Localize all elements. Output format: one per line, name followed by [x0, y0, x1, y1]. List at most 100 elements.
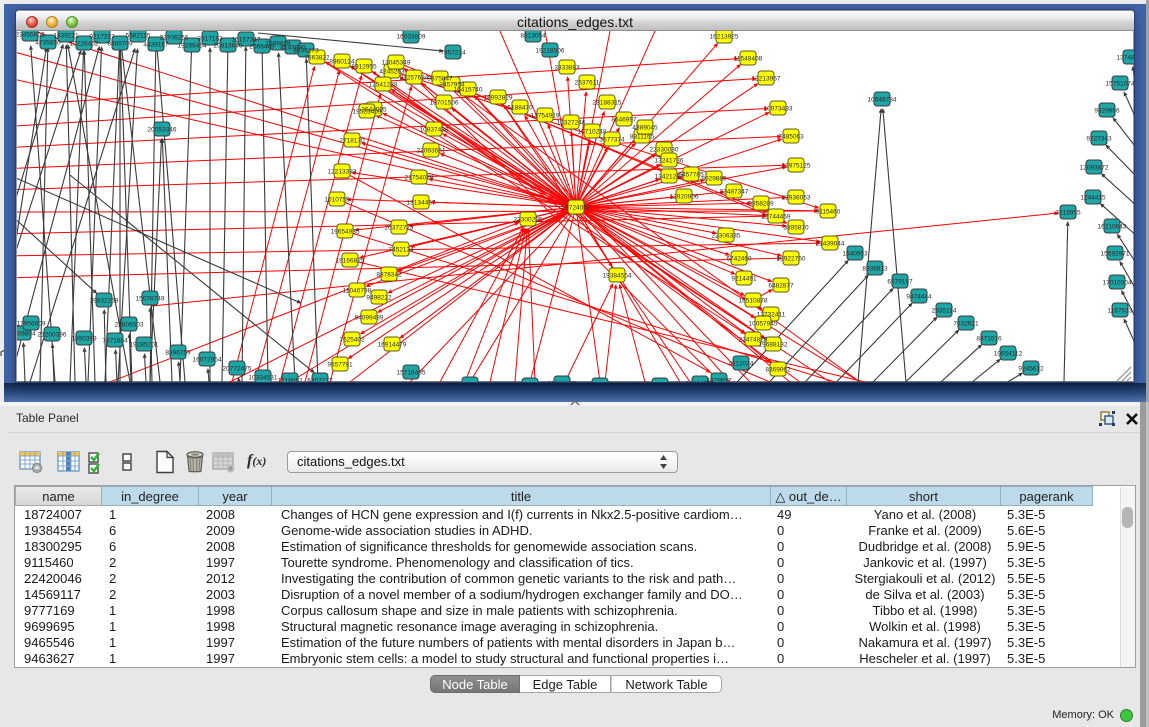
svg-text:21200396: 21200396	[38, 332, 67, 339]
svg-text:22744459: 22744459	[762, 214, 791, 221]
svg-text:19285201: 19285201	[130, 342, 159, 349]
svg-text:10710248: 10710248	[578, 129, 607, 136]
svg-text:13134457: 13134457	[407, 200, 436, 207]
svg-text:12093872: 12093872	[1080, 165, 1109, 172]
svg-text:6482877: 6482877	[768, 283, 794, 290]
svg-text:3215955: 3215955	[1055, 210, 1081, 217]
svg-text:16914479: 16914479	[378, 342, 407, 349]
svg-text:4735650: 4735650	[35, 40, 61, 47]
svg-text:6742460: 6742460	[726, 256, 752, 263]
svg-text:19384554: 19384554	[603, 273, 632, 280]
svg-text:7671884: 7671884	[102, 338, 128, 345]
svg-text:5682115: 5682115	[126, 33, 151, 40]
svg-text:18724007: 18724007	[562, 205, 591, 212]
svg-text:22306335: 22306335	[712, 233, 741, 240]
svg-text:4389045: 4389045	[632, 125, 658, 132]
svg-text:23706266: 23706266	[160, 35, 189, 42]
svg-text:10654112: 10654112	[994, 351, 1023, 358]
svg-text:13748244: 13748244	[1117, 55, 1134, 62]
svg-text:12920906: 12920906	[670, 194, 699, 201]
svg-text:3333883: 3333883	[554, 65, 580, 72]
svg-text:1010755: 1010755	[324, 197, 350, 204]
svg-text:9958289: 9958289	[748, 201, 774, 208]
svg-text:11548408: 11548408	[734, 56, 763, 63]
svg-text:13701506: 13701506	[430, 100, 459, 107]
svg-text:12213383: 12213383	[328, 169, 357, 176]
svg-text:9474444: 9474444	[906, 294, 932, 301]
svg-text:9115460: 9115460	[816, 209, 841, 216]
svg-text:20372723: 20372723	[385, 225, 414, 232]
svg-text:8878342: 8878342	[376, 272, 402, 279]
svg-text:8396759: 8396759	[165, 350, 191, 357]
svg-text:4429607: 4429607	[706, 378, 732, 383]
svg-text:23936053: 23936053	[782, 195, 811, 202]
svg-text:8369062: 8369062	[765, 367, 791, 374]
svg-text:11046798: 11046798	[343, 288, 372, 295]
svg-text:22455603: 22455603	[17, 32, 45, 39]
svg-text:9657791: 9657791	[327, 362, 353, 369]
svg-text:6679197: 6679197	[887, 279, 913, 286]
svg-text:12975125: 12975125	[782, 163, 811, 170]
svg-text:7632621: 7632621	[953, 321, 979, 328]
svg-text:17010504: 17010504	[1103, 280, 1132, 287]
svg-text:1218062: 1218062	[277, 378, 303, 383]
svg-text:21754078: 21754078	[405, 175, 434, 182]
svg-text:3677374: 3677374	[599, 137, 625, 144]
svg-text:2537611: 2537611	[575, 80, 600, 87]
svg-text:7485063: 7485063	[778, 134, 804, 141]
svg-text:15180586: 15180586	[456, 382, 485, 383]
svg-text:9329966: 9329966	[1094, 108, 1120, 115]
svg-text:10973493: 10973493	[764, 106, 793, 113]
svg-text:4439167: 4439167	[143, 42, 169, 49]
svg-text:5188470: 5188470	[507, 105, 533, 112]
svg-text:15716485: 15716485	[397, 370, 426, 377]
svg-text:18992829: 18992829	[484, 95, 513, 102]
svg-text:20053346: 20053346	[148, 127, 177, 134]
svg-text:10837430: 10837430	[420, 127, 449, 134]
svg-text:9498222: 9498222	[366, 295, 392, 302]
svg-text:20813640: 20813640	[214, 43, 243, 50]
svg-text:2718170: 2718170	[339, 138, 365, 145]
svg-text:9214491: 9214491	[731, 276, 757, 283]
svg-text:10648784: 10648784	[868, 97, 897, 104]
svg-text:21439044: 21439044	[816, 241, 845, 248]
svg-text:9227343: 9227343	[1086, 136, 1112, 143]
svg-text:13421212: 13421212	[655, 174, 684, 181]
svg-text:22806503: 22806503	[115, 322, 144, 329]
svg-text:6357277: 6357277	[307, 378, 333, 383]
svg-text:16415740: 16415740	[454, 87, 483, 94]
svg-text:10327246: 10327246	[557, 120, 586, 127]
svg-text:8938913: 8938913	[862, 266, 888, 273]
svg-text:22330030: 22330030	[650, 147, 679, 154]
svg-text:8912955: 8912955	[351, 64, 377, 71]
svg-text:8471676: 8471676	[976, 336, 1002, 343]
svg-text:16210643: 16210643	[1098, 224, 1127, 231]
svg-text:18922760: 18922760	[777, 256, 806, 263]
svg-text:23487347: 23487347	[720, 189, 749, 196]
svg-text:22093651: 22093651	[417, 148, 446, 155]
svg-text:3917183: 3917183	[197, 36, 223, 43]
svg-text:9245612: 9245612	[1018, 366, 1044, 373]
svg-text:8489709: 8489709	[107, 41, 133, 48]
svg-text:19832259: 19832259	[90, 298, 119, 305]
svg-text:15076749: 15076749	[136, 296, 165, 303]
svg-text:8811165: 8811165	[630, 134, 655, 141]
svg-text:23188315: 23188315	[593, 100, 622, 107]
svg-text:1167533: 1167533	[1108, 308, 1133, 315]
svg-text:1640953: 1640953	[842, 251, 868, 258]
svg-text:19688132: 19688132	[759, 342, 788, 349]
svg-text:7452134: 7452134	[388, 247, 414, 254]
svg-text:19523409: 19523409	[353, 109, 382, 116]
svg-text:8806804: 8806804	[17, 331, 36, 338]
svg-text:16033809: 16033809	[397, 34, 426, 41]
svg-text:8336273: 8336273	[293, 48, 319, 55]
svg-text:9217207: 9217207	[89, 34, 115, 41]
svg-text:7663822: 7663822	[304, 55, 330, 62]
svg-text:12541238: 12541238	[369, 82, 398, 89]
svg-text:10334531: 10334531	[249, 375, 278, 382]
svg-text:19166825: 19166825	[336, 258, 365, 265]
svg-text:1890399: 1890399	[71, 336, 97, 343]
svg-text:7625402: 7625402	[339, 337, 365, 344]
svg-text:15692971: 15692971	[1101, 251, 1130, 258]
svg-text:19654935: 19654935	[331, 229, 360, 236]
